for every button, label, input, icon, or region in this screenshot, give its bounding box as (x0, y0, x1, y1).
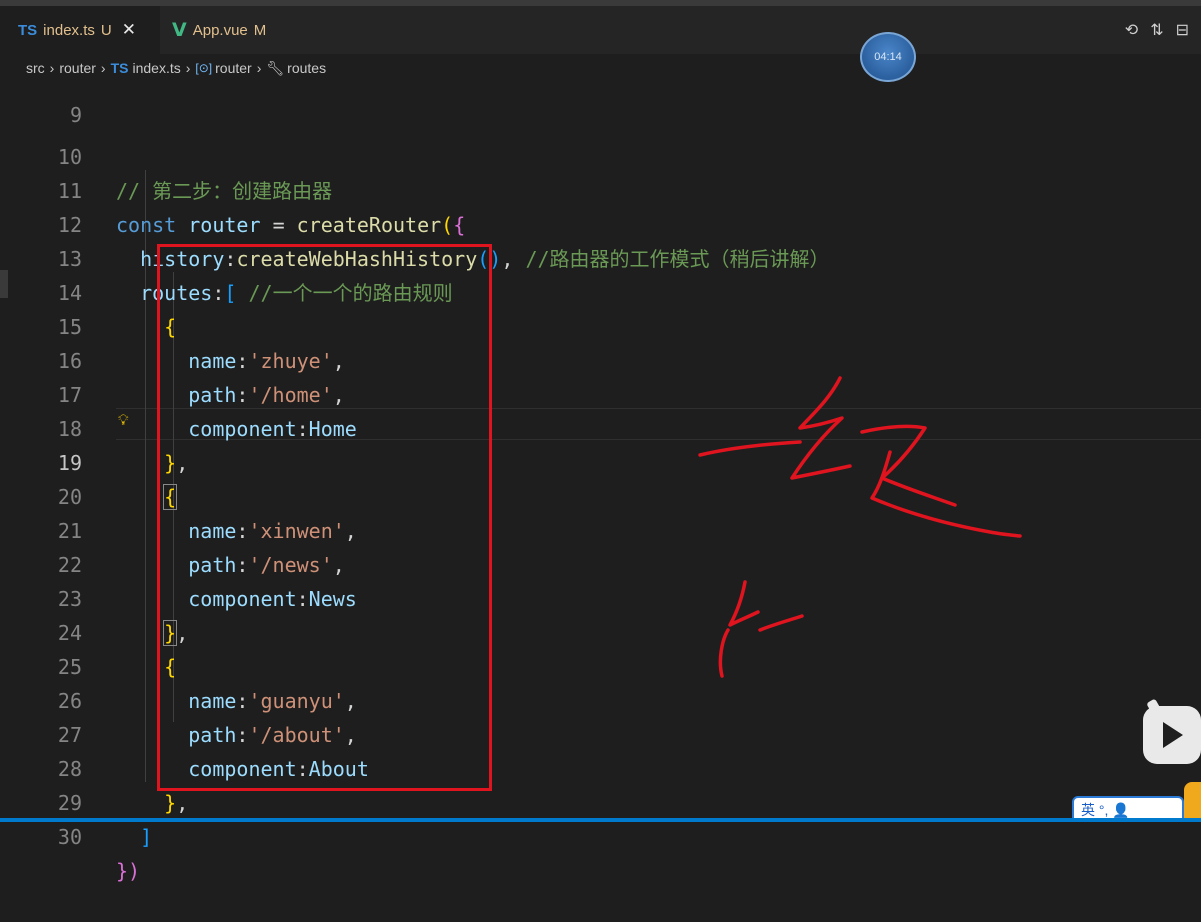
tab-label: App.vue (192, 21, 248, 39)
lightbulb-icon[interactable]: 💡︎ (118, 412, 129, 429)
code-line: 11 const router = createRouter({ (0, 140, 1201, 237)
history-icon[interactable]: ⟲ (1125, 20, 1138, 40)
bracket: }) (116, 859, 141, 883)
status-bar (0, 818, 1201, 822)
ime-logo-icon (1184, 782, 1201, 822)
annotation-highlight-box (157, 244, 492, 791)
code-line: 10 // 第二步：创建路由器 (0, 106, 1201, 203)
code-line: 9 (0, 64, 1201, 127)
editor-tab-bar: TS index.ts U ✕ V App.vue M ⟲ ⇅ ⊟ (0, 6, 1201, 54)
untracked-badge: U (100, 21, 112, 39)
tab-app-vue[interactable]: V App.vue M (160, 6, 308, 54)
tab-label: index.ts (43, 21, 95, 39)
code-editor[interactable]: 9 10 // 第二步：创建路由器 11 const router = crea… (0, 82, 1201, 883)
modified-badge: M (253, 21, 267, 39)
source-control-icon[interactable]: ⇅ (1150, 20, 1163, 40)
bracket: ] (140, 825, 153, 849)
typescript-icon: TS (18, 21, 38, 39)
line-number: 30 (57, 825, 82, 849)
vue-icon: V (172, 19, 187, 41)
tab-index-ts[interactable]: TS index.ts U ✕ (0, 6, 160, 54)
code-line: 30 }) (0, 786, 1201, 883)
code-line: 13 routes:[ //一个一个的路由规则 (0, 208, 1201, 305)
play-icon[interactable] (1143, 706, 1201, 764)
close-icon[interactable]: ✕ (122, 20, 136, 40)
video-timer-badge: 04:14 (860, 32, 916, 82)
split-editor-icon[interactable]: ⊟ (1176, 20, 1189, 40)
code-line: 12 history:createWebHashHistory(), //路由器… (0, 174, 1201, 271)
editor-actions: ⟲ ⇅ ⊟ (1125, 6, 1189, 54)
